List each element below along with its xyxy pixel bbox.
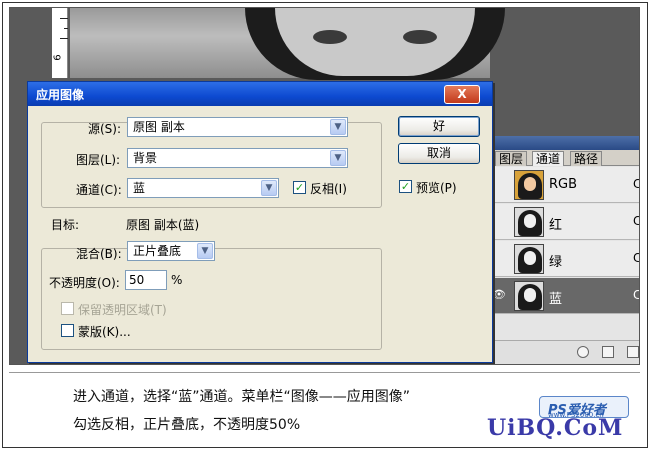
source-value: 原图 副本 [133,120,185,134]
cancel-button[interactable]: 取消 [398,143,480,164]
channel-label: 红 [549,218,563,233]
layer-select[interactable]: 背景 ▼ [127,148,348,168]
channel-shortcut: C [633,214,639,228]
channel-row-red[interactable]: 红 C [481,204,639,240]
layer-value: 背景 [133,151,158,165]
channel-label: RGB [549,177,578,192]
channel-thumbnail [514,281,544,311]
mask-label: 蒙版(K)... [78,325,131,339]
mask-checkbox[interactable] [61,324,74,337]
photo-eye-right [403,30,437,44]
preview-label: 预览(P) [416,181,457,195]
panel-titlebar[interactable] [481,136,639,150]
panel-tab-strip: 图层 通道 路径 [481,150,639,166]
channels-panel: 图层 通道 路径 RGB C 红 C 绿 C 👁 蓝 C [480,136,639,364]
blending-label: 混合(B): [76,247,122,261]
channel-row-blue[interactable]: 👁 蓝 C [481,278,639,314]
panel-footer [481,340,639,364]
tab-channels[interactable]: 通道 [532,151,565,166]
channel-shortcut: C [633,177,639,191]
chevron-down-icon: ▼ [261,180,277,196]
save-selection-icon[interactable] [602,346,614,358]
channel-shortcut: C [633,288,639,302]
invert-checkbox[interactable]: ✓ [293,181,306,194]
caption-line-2: 勾选反相，正片叠底，不透明度50% [73,417,301,433]
opacity-unit: % [171,273,183,287]
channel-value: 蓝 [133,181,146,195]
invert-label: 反相(I) [310,182,347,196]
caption-line-1: 进入通道，选择“蓝”通道。菜单栏“图像——应用图像” [73,389,411,405]
channel-thumbnail [514,207,544,237]
opacity-label: 不透明度(O): [49,276,120,290]
photo-eye-left [313,30,347,44]
screenshot-area: 6 图层 通道 路径 RGB C 红 C 绿 C [9,7,640,365]
chevron-down-icon: ▼ [330,150,346,166]
blending-select[interactable]: 正片叠底 ▼ [127,241,215,261]
layer-label: 图层(L): [76,153,121,167]
ok-button[interactable]: 好 [398,116,480,137]
apply-image-dialog: 应用图像 X 源(S): 原图 副本 ▼ 图层(L): 背景 ▼ 通道(C): … [27,81,493,363]
preserve-transparency-label: 保留透明区域(T) [78,303,167,317]
chevron-down-icon: ▼ [330,119,346,135]
blending-value: 正片叠底 [133,244,182,258]
target-value: 原图 副本(蓝) [126,218,200,232]
load-selection-icon[interactable] [577,346,589,358]
preview-checkbox[interactable]: ✓ [399,180,412,193]
dialog-titlebar[interactable]: 应用图像 X [28,82,492,106]
opacity-input[interactable]: 50 [125,270,167,290]
channel-shortcut: C [633,251,639,265]
channel-thumbnail [514,170,544,200]
ruler-number: 6 [52,54,64,61]
source-select[interactable]: 原图 副本 ▼ [127,117,348,137]
channel-label: 绿 [549,255,563,270]
document-canvas[interactable] [70,8,505,80]
vertical-ruler: 6 [52,8,68,78]
chevron-down-icon: ▼ [197,243,213,259]
site-watermark: UiBQ.CoM [487,415,624,441]
tab-paths[interactable]: 路径 [570,151,603,166]
caption-box: 进入通道，选择“蓝”通道。菜单栏“图像——应用图像” 勾选反相，正片叠底，不透明… [9,372,640,445]
target-label: 目标: [51,218,80,232]
channel-select[interactable]: 蓝 ▼ [127,178,279,198]
tab-layers[interactable]: 图层 [495,151,528,166]
new-channel-icon[interactable] [627,346,639,358]
close-button[interactable]: X [444,85,480,104]
dialog-title: 应用图像 [36,88,85,102]
channel-label: 蓝 [549,292,563,307]
eye-icon[interactable]: 👁 [492,288,506,302]
channel-row-rgb[interactable]: RGB C [481,167,639,203]
channel-label: 通道(C): [76,183,122,197]
channel-thumbnail [514,244,544,274]
source-label: 源(S): [88,122,122,136]
preserve-transparency-checkbox [61,302,74,315]
channel-row-green[interactable]: 绿 C [481,241,639,277]
